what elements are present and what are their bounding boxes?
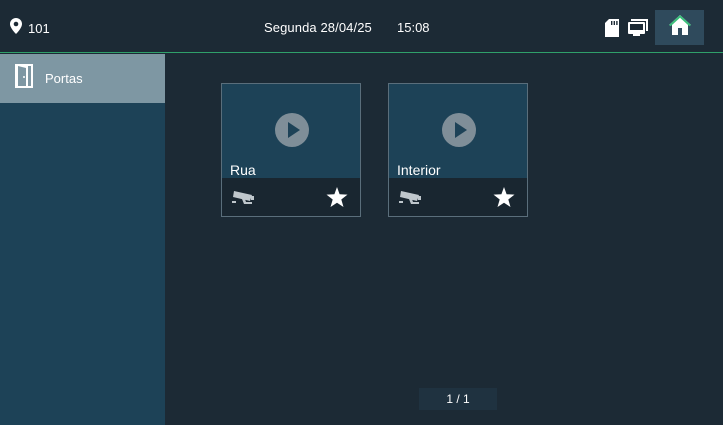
card-footer	[389, 178, 527, 216]
location-pin-icon	[10, 18, 22, 39]
cctv-camera-icon[interactable]	[399, 188, 425, 211]
intercom-screen: 101 Segunda 28/04/25 15:08 Portas Rua In…	[0, 0, 723, 425]
sd-card-icon	[605, 19, 619, 42]
door-card-rua[interactable]: Rua	[221, 83, 361, 217]
date-label: Segunda 28/04/25	[264, 20, 372, 35]
home-icon	[668, 14, 692, 41]
sidebar: Portas	[0, 54, 165, 425]
location-label: 101	[28, 21, 50, 36]
sidebar-item-portas[interactable]: Portas	[0, 54, 165, 103]
video-preview[interactable]: Interior	[389, 84, 527, 178]
monitor-icon	[628, 19, 648, 42]
location-indicator: 101	[10, 18, 50, 39]
main-content: Rua Interior 1 / 1	[165, 54, 723, 425]
door-name: Rua	[230, 162, 256, 178]
cctv-camera-icon[interactable]	[232, 188, 258, 211]
star-icon[interactable]	[326, 187, 348, 213]
door-name: Interior	[397, 162, 441, 178]
card-footer	[222, 178, 360, 216]
sidebar-item-label: Portas	[45, 71, 83, 86]
page-indicator: 1 / 1	[419, 388, 497, 410]
door-icon	[15, 64, 33, 93]
home-button[interactable]	[655, 10, 704, 45]
play-icon[interactable]	[441, 112, 477, 153]
play-icon[interactable]	[274, 112, 310, 153]
time-label: 15:08	[397, 20, 430, 35]
star-icon[interactable]	[493, 187, 515, 213]
door-card-interior[interactable]: Interior	[388, 83, 528, 217]
video-preview[interactable]: Rua	[222, 84, 360, 178]
status-bar: 101 Segunda 28/04/25 15:08	[0, 0, 723, 53]
